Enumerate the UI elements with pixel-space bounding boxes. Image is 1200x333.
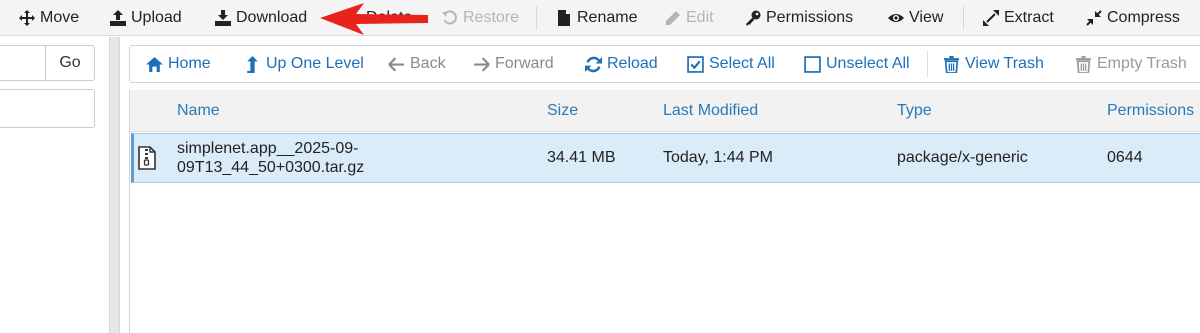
- arrows-move-icon: [19, 10, 35, 26]
- eye-icon: [888, 10, 904, 26]
- right-panel: Home Up One Level Back Forward Reload Se…: [121, 37, 1200, 333]
- file-icon: [556, 10, 572, 26]
- forward-label: Forward: [495, 55, 554, 72]
- home-icon: [146, 56, 163, 73]
- back-label: Back: [410, 55, 446, 72]
- restore-button[interactable]: Restore: [442, 0, 519, 36]
- back-button[interactable]: Back: [388, 46, 446, 82]
- toolbar-divider: [536, 6, 537, 30]
- file-permissions: 0644: [1107, 149, 1143, 166]
- file-name: simplenet.app__2025-09- 09T13_44_50+0300…: [177, 134, 407, 182]
- key-icon: [745, 10, 761, 26]
- empty-trash-button[interactable]: Empty Trash: [1075, 46, 1187, 82]
- refresh-icon: [585, 56, 602, 73]
- upload-label: Upload: [131, 9, 182, 26]
- download-label: Download: [236, 9, 308, 26]
- upload-button[interactable]: Upload: [110, 0, 182, 36]
- empty-trash-label: Empty Trash: [1097, 55, 1187, 72]
- path-input[interactable]: [0, 45, 46, 81]
- rename-label: Rename: [577, 9, 638, 26]
- reload-button[interactable]: Reload: [585, 46, 658, 82]
- forward-button[interactable]: Forward: [473, 46, 554, 82]
- extract-label: Extract: [1004, 9, 1054, 26]
- trash-icon: [1075, 55, 1092, 73]
- empty-box-icon: [804, 55, 821, 73]
- checked-box-icon: [687, 55, 704, 73]
- restore-label: Restore: [463, 9, 520, 26]
- move-label: Move: [40, 9, 80, 26]
- restore-icon: [442, 10, 458, 26]
- view-label: View: [909, 9, 944, 26]
- compress-label: Compress: [1107, 9, 1180, 26]
- left-panel: Go: [0, 37, 108, 333]
- file-type: package/x-generic: [897, 149, 1028, 166]
- file-name-line-1: simplenet.app__2025-09-: [177, 140, 359, 157]
- rename-button[interactable]: Rename: [556, 0, 637, 36]
- table-row[interactable]: simplenet.app__2025-09- 09T13_44_50+0300…: [131, 133, 1200, 183]
- unselect-all-label: Unselect All: [826, 55, 910, 72]
- expand-icon: [983, 10, 999, 26]
- select-all-button[interactable]: Select All: [687, 46, 775, 82]
- compress-button[interactable]: Compress: [1086, 0, 1180, 36]
- level-up-icon: [244, 55, 261, 73]
- file-manager-toolbar: Move Upload Download Delete Restore Rena…: [0, 0, 1200, 36]
- view-trash-label: View Trash: [965, 55, 1044, 72]
- nav-divider: [927, 51, 928, 77]
- table-header: Name Size Last Modified Type Permissions: [130, 90, 1200, 132]
- upload-icon: [110, 10, 126, 26]
- directory-tree[interactable]: [0, 89, 95, 128]
- up-one-level-button[interactable]: Up One Level: [244, 46, 364, 82]
- compress-icon: [1086, 10, 1102, 26]
- permissions-label: Permissions: [766, 9, 854, 26]
- up-one-level-label: Up One Level: [266, 55, 364, 72]
- column-header-permissions[interactable]: Permissions: [1107, 90, 1194, 132]
- file-last-modified: Today, 1:44 PM: [663, 149, 773, 166]
- edit-label: Edit: [686, 9, 714, 26]
- download-icon: [215, 10, 231, 26]
- view-button[interactable]: View: [888, 0, 943, 36]
- permissions-button[interactable]: Permissions: [745, 0, 853, 36]
- select-all-label: Select All: [709, 55, 775, 72]
- file-table: Name Size Last Modified Type Permissions…: [129, 90, 1200, 333]
- file-size: 34.41 MB: [547, 149, 616, 166]
- navigation-toolbar: Home Up One Level Back Forward Reload Se…: [129, 45, 1200, 83]
- zip-file-icon: [138, 146, 156, 170]
- panel-splitter[interactable]: [109, 37, 120, 333]
- extract-button[interactable]: Extract: [983, 0, 1054, 36]
- move-button[interactable]: Move: [19, 0, 79, 36]
- download-button[interactable]: Download: [215, 0, 307, 36]
- arrow-left-icon: [388, 56, 405, 73]
- home-label: Home: [168, 55, 211, 72]
- column-header-type[interactable]: Type: [897, 90, 932, 132]
- reload-label: Reload: [607, 55, 658, 72]
- column-header-last-modified[interactable]: Last Modified: [663, 90, 758, 132]
- view-trash-button[interactable]: View Trash: [943, 46, 1044, 82]
- trash-icon: [943, 55, 960, 73]
- file-name-line-2: 09T13_44_50+0300.tar.gz: [177, 159, 365, 176]
- arrow-right-icon: [473, 56, 490, 73]
- pencil-icon: [665, 10, 681, 26]
- go-button[interactable]: Go: [45, 45, 95, 81]
- home-button[interactable]: Home: [146, 46, 211, 82]
- annotation-arrow-icon: [320, 3, 428, 35]
- column-header-name[interactable]: Name: [177, 90, 220, 132]
- toolbar-divider: [963, 6, 964, 30]
- edit-button[interactable]: Edit: [665, 0, 714, 36]
- column-header-size[interactable]: Size: [547, 90, 578, 132]
- unselect-all-button[interactable]: Unselect All: [804, 46, 910, 82]
